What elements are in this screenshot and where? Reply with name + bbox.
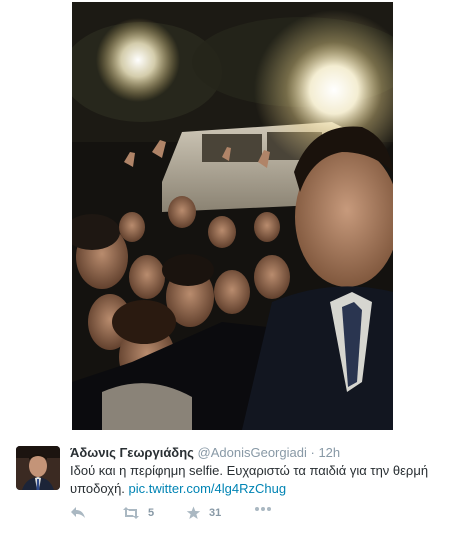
separator-dot: · [310,445,315,460]
star-icon [186,506,201,519]
retweet-button[interactable]: 5 [122,506,154,520]
avatar[interactable] [16,446,60,490]
favorite-button[interactable]: 31 [186,506,221,520]
user-handle[interactable]: @AdonisGeorgiadi [198,445,307,460]
retweet-count: 5 [148,507,155,519]
more-icon [255,507,271,511]
selfie-photo[interactable] [72,2,393,430]
media-left-margin [0,0,72,432]
reply-button[interactable] [70,506,86,520]
retweet-icon [123,507,139,519]
tweet-text: Ιδού και η περίφημη selfie. Ευχαριστώ τα… [70,462,450,498]
media-link[interactable]: pic.twitter.com/4lg4RzChug [129,481,287,496]
display-name[interactable]: Άδωνις Γεωργιάδης [70,445,194,460]
avatar-image [16,446,60,490]
selfie-photo-image [72,2,393,430]
tweet-header: Άδωνις Γεωργιάδης @AdonisGeorgiadi · 12h [70,445,340,460]
reply-icon [71,507,85,518]
tweet-card: Άδωνις Γεωργιάδης @AdonisGeorgiadi · 12h… [0,432,465,536]
more-button[interactable] [254,506,272,512]
favorite-count: 31 [209,507,222,519]
tweet-timestamp[interactable]: 12h [318,445,340,460]
tweet-actions: 5 31 [70,506,370,526]
tweet-media[interactable] [0,0,465,432]
media-right-margin [393,0,465,432]
